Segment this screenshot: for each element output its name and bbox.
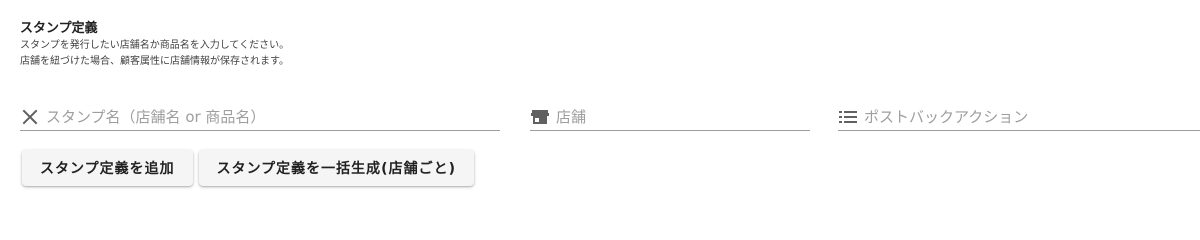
stamp-name-input[interactable]	[46, 108, 500, 126]
bulk-generate-stamp-definition-button[interactable]: スタンプ定義を一括生成(店舗ごと)	[198, 150, 474, 186]
store-field[interactable]	[530, 104, 810, 131]
section-description-line2: 店舗を紐づけた場合、顧客属性に店舗情報が保存されます。	[20, 56, 289, 67]
stamp-name-field[interactable]	[20, 104, 500, 131]
section-title: スタンプ定義	[20, 21, 98, 36]
action-buttons: スタンプ定義を追加 スタンプ定義を一括生成(店舗ごと)	[22, 150, 474, 186]
section-description-line1: スタンプを発行したい店舗名か商品名を入力してください。	[20, 40, 290, 51]
store-icon	[530, 107, 550, 127]
list-icon	[838, 107, 858, 127]
close-icon[interactable]	[20, 107, 40, 127]
stamp-definition-section: スタンプ定義 スタンプを発行したい店舗名か商品名を入力してください。 店舗を紐づ…	[0, 0, 1200, 208]
add-stamp-definition-button[interactable]: スタンプ定義を追加	[22, 150, 193, 186]
field-row	[20, 104, 1200, 132]
store-input[interactable]	[556, 108, 810, 126]
postback-action-input[interactable]	[864, 108, 1200, 126]
postback-action-field[interactable]	[838, 104, 1200, 131]
